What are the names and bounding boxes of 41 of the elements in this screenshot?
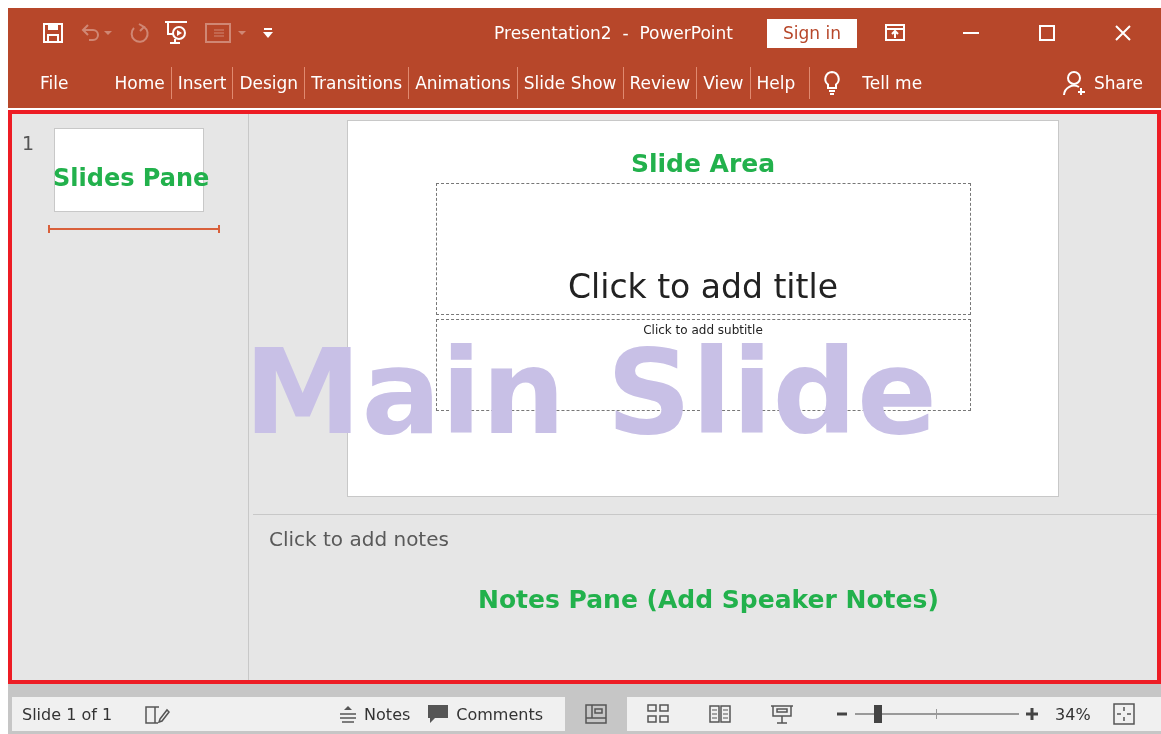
annotation-label: Slides Pane bbox=[53, 164, 210, 192]
spell-check-icon[interactable] bbox=[144, 703, 171, 725]
annotation-label: Slide Area bbox=[630, 149, 776, 180]
ribbon-tab[interactable]: Design bbox=[232, 67, 305, 99]
ribbon-tab[interactable]: Slide Show bbox=[516, 67, 623, 99]
ribbon-tab[interactable]: Review bbox=[622, 67, 697, 99]
slider-thumb[interactable] bbox=[874, 705, 882, 723]
projector-screen-icon bbox=[770, 703, 795, 725]
share-button[interactable]: Share bbox=[1061, 70, 1143, 96]
zoom-in-icon[interactable] bbox=[1025, 707, 1040, 721]
normal-view-icon bbox=[584, 703, 609, 725]
notes-icon bbox=[338, 704, 359, 724]
comments-button[interactable]: Comments bbox=[418, 697, 552, 731]
ribbon-tab[interactable]: View bbox=[696, 67, 750, 99]
speech-bubble-icon bbox=[426, 703, 451, 725]
ribbon-tab[interactable]: Animations bbox=[408, 67, 517, 99]
book-icon bbox=[708, 703, 733, 725]
ribbon-tab[interactable]: Insert bbox=[170, 67, 233, 99]
maximize-icon[interactable] bbox=[1036, 22, 1058, 44]
slide-number: 1 bbox=[22, 132, 35, 154]
zoom-percentage[interactable]: 34% bbox=[1055, 704, 1091, 724]
title-placeholder[interactable]: Click to add title bbox=[435, 183, 971, 315]
person-add-icon bbox=[1061, 70, 1088, 96]
ribbon-tab[interactable]: Transitions bbox=[304, 67, 409, 99]
ribbon-tab[interactable]: Help bbox=[749, 67, 802, 99]
save-icon[interactable] bbox=[42, 22, 64, 44]
annotation-label: Notes Pane (Add Speaker Notes) bbox=[478, 585, 940, 614]
lightbulb-icon[interactable] bbox=[822, 70, 843, 96]
ribbon-display-icon[interactable] bbox=[884, 22, 906, 44]
tell-me-search[interactable]: Tell me bbox=[862, 73, 923, 93]
ribbon-tab[interactable]: Home bbox=[108, 67, 171, 99]
notes-button[interactable]: Notes bbox=[330, 697, 419, 731]
slide-sorter-icon bbox=[646, 703, 671, 725]
customize-icon[interactable] bbox=[262, 26, 274, 40]
slide-counter: Slide 1 of 1 bbox=[22, 704, 113, 724]
fit-to-window-icon[interactable] bbox=[1112, 703, 1135, 725]
window-title: Presentation2 - PowerPoint bbox=[494, 23, 733, 43]
presentation-icon[interactable] bbox=[164, 20, 190, 46]
sign-in-button[interactable]: Sign in bbox=[767, 18, 857, 48]
ribbon-tab[interactable]: File bbox=[34, 67, 75, 99]
notes-placeholder[interactable]: Click to add notes bbox=[269, 527, 1157, 551]
